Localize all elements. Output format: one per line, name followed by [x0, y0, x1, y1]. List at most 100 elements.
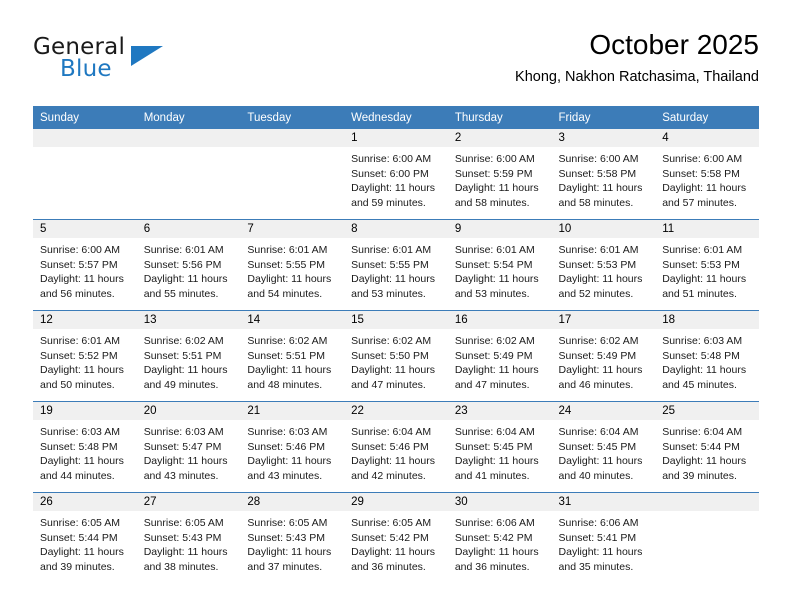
sunset-time: Sunset: 5:46 PM — [247, 440, 326, 453]
day-details: Sunrise: 6:03 AM Sunset: 5:48 PM Daylight:… — [655, 329, 759, 392]
calendar-day-cell[interactable]: 18 Sunrise: 6:03 AM Sunset: 5:48 PM Dayligh… — [655, 310, 759, 402]
calendar-day-cell[interactable]: 2 Sunrise: 6:00 AM Sunset: 5:59 PM Daylight… — [447, 129, 552, 220]
day-cell-inner: 10 Sunrise: 6:01 AM Sunset: 5:53 PM Dayligh… — [551, 220, 656, 310]
daylight-duration-line2: and 42 minutes. — [351, 469, 426, 482]
day-cell-inner: 24 Sunrise: 6:04 AM Sunset: 5:45 PM Dayligh… — [551, 402, 656, 492]
calendar-day-cell[interactable]: 14 Sunrise: 6:02 AM Sunset: 5:51 PM Dayligh… — [240, 310, 345, 402]
day-number — [655, 493, 759, 511]
calendar-day-cell-empty — [240, 129, 345, 220]
calendar-day-cell[interactable]: 9 Sunrise: 6:01 AM Sunset: 5:54 PM Daylight… — [447, 219, 552, 311]
calendar-day-cell[interactable]: 3 Sunrise: 6:00 AM Sunset: 5:58 PM Daylight… — [551, 129, 656, 220]
daylight-duration-line2: and 35 minutes. — [558, 560, 634, 573]
calendar-day-cell[interactable]: 25 Sunrise: 6:04 AM Sunset: 5:44 PM Dayligh… — [655, 401, 759, 493]
calendar-week-row: 19 Sunrise: 6:03 AM Sunset: 5:48 PM Dayligh… — [33, 401, 759, 493]
daylight-duration-line1: Daylight: 11 hours — [247, 546, 332, 558]
day-number: 31 — [551, 493, 656, 511]
sunset-time: Sunset: 5:41 PM — [558, 531, 637, 544]
daylight-duration-line1: Daylight: 11 hours — [143, 364, 228, 376]
day-details: Sunrise: 6:00 AM Sunset: 5:58 PM Daylight:… — [655, 147, 759, 210]
daylight-duration-line2: and 58 minutes. — [558, 196, 634, 209]
day-cell-inner: 23 Sunrise: 6:04 AM Sunset: 5:45 PM Dayligh… — [447, 402, 552, 492]
sunset-time: Sunset: 5:45 PM — [454, 440, 533, 453]
calendar-day-cell[interactable]: 5 Sunrise: 6:00 AM Sunset: 5:57 PM Daylight… — [33, 219, 137, 311]
calendar-day-cell[interactable]: 23 Sunrise: 6:04 AM Sunset: 5:45 PM Dayligh… — [447, 401, 552, 493]
calendar-day-cell[interactable]: 16 Sunrise: 6:02 AM Sunset: 5:49 PM Dayligh… — [447, 310, 552, 402]
calendar-day-cell[interactable]: 26 Sunrise: 6:05 AM Sunset: 5:44 PM Dayligh… — [33, 492, 137, 583]
daylight-duration-line1: Daylight: 11 hours — [247, 455, 332, 467]
calendar-day-cell[interactable]: 30 Sunrise: 6:06 AM Sunset: 5:42 PM Dayligh… — [447, 492, 552, 583]
daylight-duration-line1: Daylight: 11 hours — [662, 364, 747, 376]
day-cell-inner: 12 Sunrise: 6:01 AM Sunset: 5:52 PM Dayligh… — [33, 311, 137, 401]
sunrise-time: Sunrise: 6:01 AM — [40, 335, 120, 347]
calendar-day-cell[interactable]: 4 Sunrise: 6:00 AM Sunset: 5:58 PM Daylight… — [655, 129, 759, 220]
sunrise-sunset-calendar: Sunday Monday Tuesday Wednesday Thursday… — [33, 106, 759, 583]
sunset-time: Sunset: 5:45 PM — [558, 440, 637, 453]
daylight-duration-line1: Daylight: 11 hours — [454, 364, 539, 376]
day-details: Sunrise: 6:01 AM Sunset: 5:53 PM Daylight:… — [552, 238, 656, 301]
daylight-duration-line1: Daylight: 11 hours — [558, 273, 643, 285]
day-number: 3 — [551, 129, 656, 147]
calendar-day-cell[interactable]: 29 Sunrise: 6:05 AM Sunset: 5:42 PM Dayligh… — [344, 492, 448, 583]
calendar-week-row: 5 Sunrise: 6:00 AM Sunset: 5:57 PM Daylight… — [33, 219, 759, 311]
sunset-time: Sunset: 5:42 PM — [351, 531, 429, 544]
calendar-day-cell[interactable]: 20 Sunrise: 6:03 AM Sunset: 5:47 PM Dayligh… — [136, 401, 241, 493]
daylight-duration-line2: and 40 minutes. — [558, 469, 634, 482]
day-cell-inner: 20 Sunrise: 6:03 AM Sunset: 5:47 PM Dayligh… — [136, 402, 241, 492]
day-details: Sunrise: 6:03 AM Sunset: 5:47 PM Daylight:… — [137, 420, 241, 483]
calendar-day-cell[interactable]: 22 Sunrise: 6:04 AM Sunset: 5:46 PM Dayligh… — [344, 401, 448, 493]
calendar-day-cell[interactable]: 12 Sunrise: 6:01 AM Sunset: 5:52 PM Dayligh… — [33, 310, 137, 402]
calendar-day-cell[interactable]: 1 Sunrise: 6:00 AM Sunset: 6:00 PM Daylight… — [344, 129, 448, 220]
sunrise-time: Sunrise: 6:03 AM — [247, 426, 328, 438]
sunrise-time: Sunrise: 6:00 AM — [662, 153, 743, 165]
day-number — [33, 129, 137, 147]
day-details: Sunrise: 6:06 AM Sunset: 5:42 PM Daylight:… — [448, 511, 552, 574]
calendar-day-cell[interactable]: 21 Sunrise: 6:03 AM Sunset: 5:46 PM Dayligh… — [240, 401, 345, 493]
calendar-day-cell[interactable]: 10 Sunrise: 6:01 AM Sunset: 5:53 PM Dayligh… — [551, 219, 656, 311]
sunset-time: Sunset: 5:57 PM — [40, 258, 118, 271]
calendar-day-cell[interactable]: 31 Sunrise: 6:06 AM Sunset: 5:41 PM Dayligh… — [551, 492, 656, 583]
daylight-duration-line2: and 38 minutes. — [143, 560, 219, 573]
daylight-duration-line1: Daylight: 11 hours — [247, 364, 332, 376]
daylight-duration-line1: Daylight: 11 hours — [143, 546, 228, 558]
sunrise-time: Sunrise: 6:01 AM — [351, 244, 432, 256]
sunset-time: Sunset: 5:43 PM — [143, 531, 222, 544]
sunset-time: Sunset: 5:43 PM — [247, 531, 326, 544]
day-cell-inner: 7 Sunrise: 6:01 AM Sunset: 5:55 PM Daylight… — [240, 220, 345, 310]
sunrise-time: Sunrise: 6:00 AM — [558, 153, 639, 165]
general-blue-logo[interactable]: General Blue — [33, 34, 233, 90]
daylight-duration-line1: Daylight: 11 hours — [40, 364, 124, 376]
calendar-day-cell[interactable]: 6 Sunrise: 6:01 AM Sunset: 5:56 PM Daylight… — [136, 219, 241, 311]
daylight-duration-line2: and 39 minutes. — [662, 469, 737, 482]
day-number: 11 — [655, 220, 759, 238]
day-details: Sunrise: 6:03 AM Sunset: 5:46 PM Daylight:… — [240, 420, 344, 483]
sunset-time: Sunset: 5:49 PM — [558, 349, 637, 362]
calendar-day-cell[interactable]: 7 Sunrise: 6:01 AM Sunset: 5:55 PM Daylight… — [240, 219, 345, 311]
day-cell-inner — [136, 129, 241, 219]
calendar-day-cell[interactable]: 28 Sunrise: 6:05 AM Sunset: 5:43 PM Dayligh… — [240, 492, 345, 583]
day-number: 7 — [240, 220, 345, 238]
daylight-duration-line1: Daylight: 11 hours — [454, 182, 539, 194]
daylight-duration-line2: and 36 minutes. — [351, 560, 426, 573]
day-details: Sunrise: 6:00 AM Sunset: 6:00 PM Daylight:… — [344, 147, 448, 210]
sunrise-time: Sunrise: 6:02 AM — [143, 335, 224, 347]
day-details: Sunrise: 6:01 AM Sunset: 5:53 PM Daylight:… — [655, 238, 759, 301]
weekday-header-thursday: Thursday — [447, 106, 552, 129]
calendar-day-cell[interactable]: 19 Sunrise: 6:03 AM Sunset: 5:48 PM Dayligh… — [33, 401, 137, 493]
calendar-day-cell[interactable]: 11 Sunrise: 6:01 AM Sunset: 5:53 PM Dayligh… — [655, 219, 759, 311]
calendar-day-cell[interactable]: 8 Sunrise: 6:01 AM Sunset: 5:55 PM Daylight… — [344, 219, 448, 311]
day-cell-inner — [655, 493, 759, 583]
daylight-duration-line1: Daylight: 11 hours — [558, 182, 643, 194]
calendar-day-cell[interactable]: 13 Sunrise: 6:02 AM Sunset: 5:51 PM Dayligh… — [136, 310, 241, 402]
location-subtitle: Khong, Nakhon Ratchasima, Thailand — [515, 69, 759, 85]
calendar-day-cell[interactable]: 24 Sunrise: 6:04 AM Sunset: 5:45 PM Dayligh… — [551, 401, 656, 493]
day-details: Sunrise: 6:04 AM Sunset: 5:45 PM Daylight:… — [448, 420, 552, 483]
day-cell-inner: 2 Sunrise: 6:00 AM Sunset: 5:59 PM Daylight… — [447, 129, 552, 219]
daylight-duration-line2: and 37 minutes. — [247, 560, 323, 573]
calendar-page: General Blue October 2025 Khong, Nakhon … — [0, 0, 792, 612]
daylight-duration-line1: Daylight: 11 hours — [558, 546, 643, 558]
calendar-day-cell[interactable]: 27 Sunrise: 6:05 AM Sunset: 5:43 PM Dayligh… — [136, 492, 241, 583]
calendar-day-cell-empty — [655, 492, 759, 583]
calendar-day-cell[interactable]: 15 Sunrise: 6:02 AM Sunset: 5:50 PM Dayligh… — [344, 310, 448, 402]
calendar-day-cell[interactable]: 17 Sunrise: 6:02 AM Sunset: 5:49 PM Dayligh… — [551, 310, 656, 402]
sunrise-time: Sunrise: 6:01 AM — [454, 244, 535, 256]
